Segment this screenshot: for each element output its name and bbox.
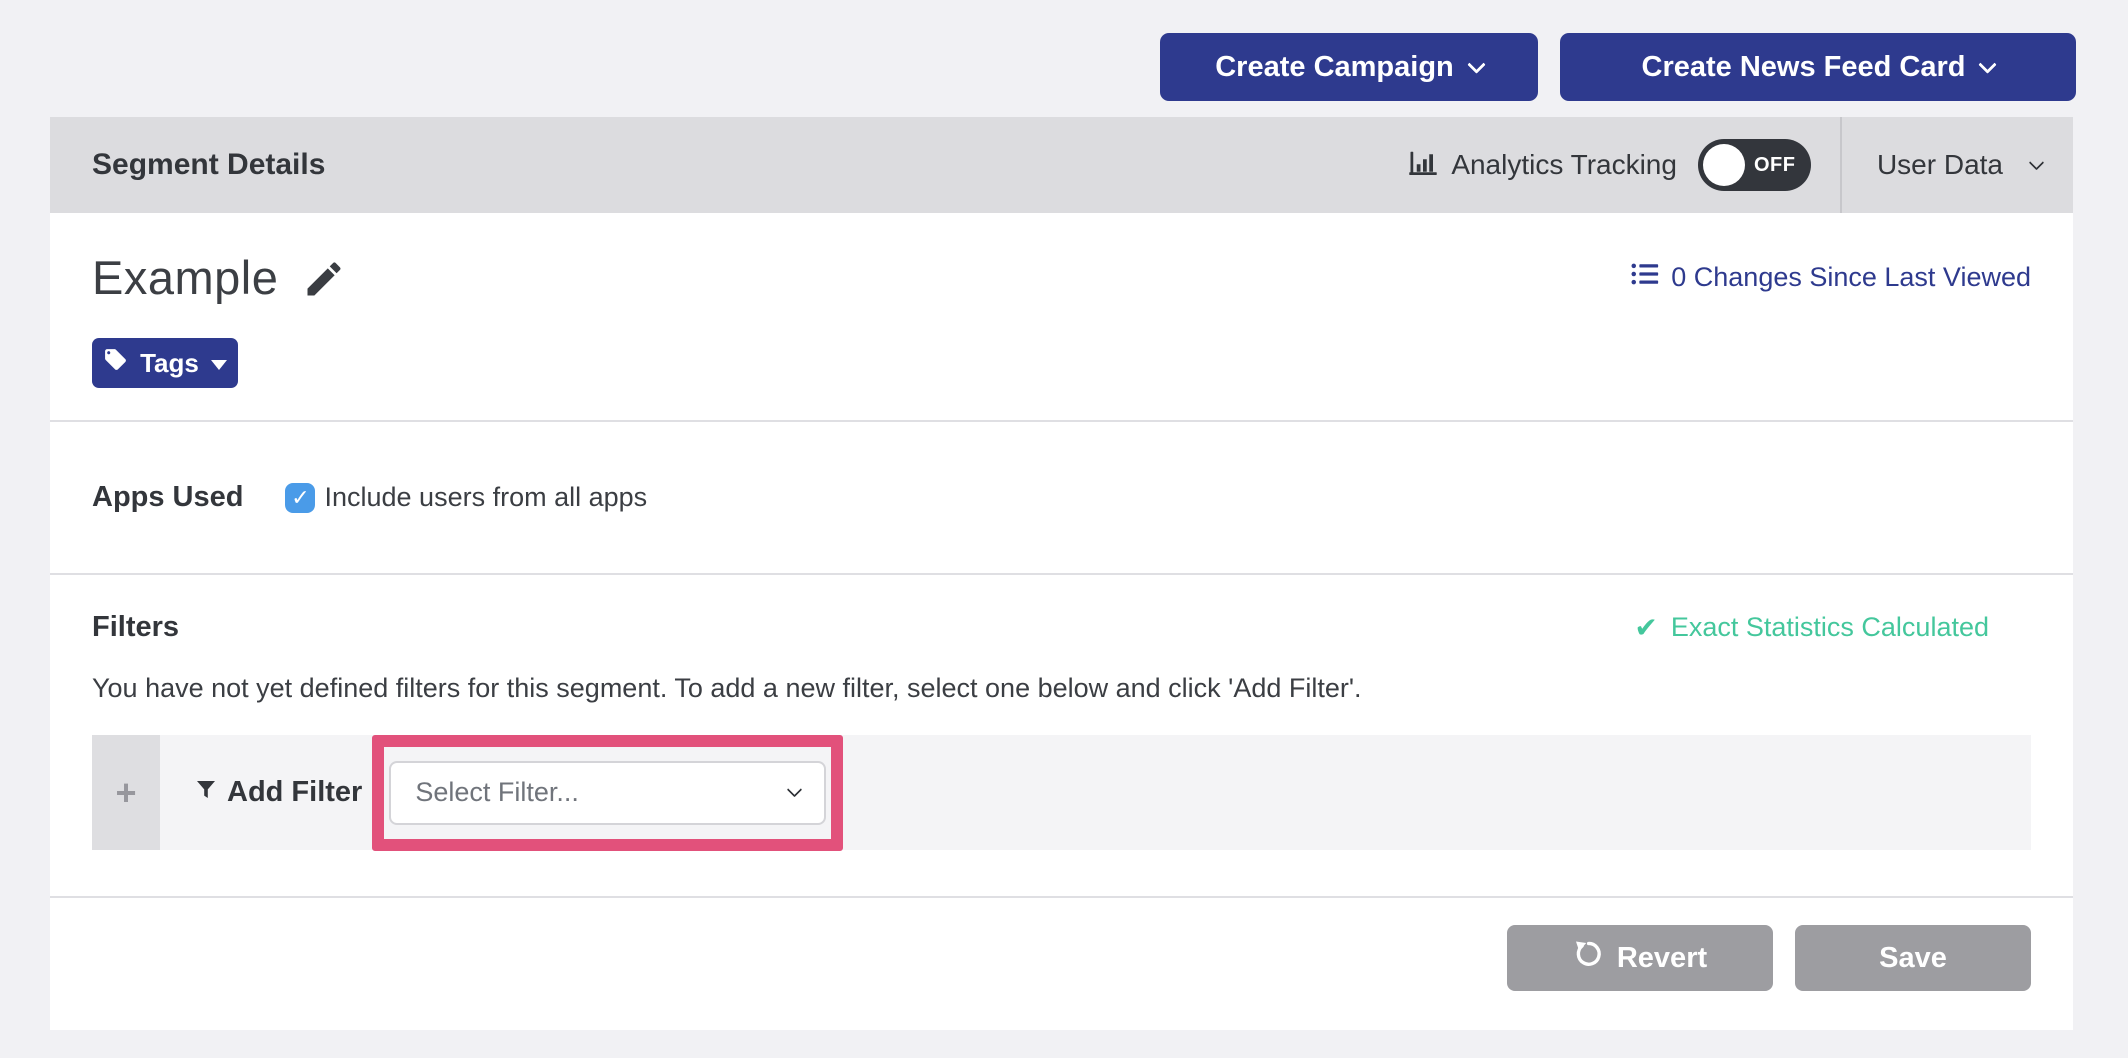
analytics-tracking-group: Analytics Tracking: [1408, 148, 1677, 183]
bar-chart-icon: [1408, 148, 1438, 183]
plus-icon: +: [115, 772, 136, 814]
title-section: Example 0 Changes Since La: [50, 213, 2073, 420]
filters-section: Filters ✔ Exact Statistics Calculated Yo…: [50, 575, 2073, 896]
create-news-feed-label: Create News Feed Card: [1642, 51, 1966, 84]
funnel-icon: [194, 776, 218, 809]
add-filter-row: + Add Filter Select Filter...: [92, 735, 2031, 850]
statistics-status-label: Exact Statistics Calculated: [1671, 612, 1989, 643]
user-data-label: User Data: [1877, 149, 2003, 181]
segment-details-card: Segment Details Analytics Tracking OFF: [50, 117, 2073, 1030]
tags-button[interactable]: Tags: [92, 338, 238, 388]
chevron-down-icon: [787, 782, 803, 798]
card-header: Segment Details Analytics Tracking OFF: [50, 117, 2073, 213]
undo-icon: [1573, 939, 1603, 977]
create-news-feed-card-button[interactable]: Create News Feed Card: [1560, 33, 2076, 101]
header-right-controls: Analytics Tracking OFF User Data: [1408, 117, 2073, 213]
top-action-bar: Create Campaign Create News Feed Card: [1160, 33, 2076, 101]
toggle-state-label: OFF: [1754, 154, 1796, 177]
statistics-status: ✔ Exact Statistics Calculated: [1634, 611, 1989, 644]
caret-down-icon: [211, 360, 227, 370]
revert-button-label: Revert: [1617, 942, 1707, 975]
add-filter-label-group: Add Filter: [194, 776, 362, 809]
segment-name: Example: [92, 243, 278, 313]
chevron-down-icon: [2029, 154, 2045, 170]
toggle-knob: [1703, 144, 1745, 186]
tags-button-label: Tags: [140, 348, 199, 379]
tag-icon: [103, 347, 128, 379]
save-button[interactable]: Save: [1795, 925, 2031, 991]
changes-since-last-viewed-link[interactable]: 0 Changes Since Last Viewed: [1630, 259, 2031, 296]
save-button-label: Save: [1879, 942, 1947, 975]
create-campaign-label: Create Campaign: [1215, 51, 1454, 84]
user-data-dropdown[interactable]: User Data: [1842, 149, 2073, 181]
check-icon: ✓: [291, 485, 309, 511]
include-all-apps-row: ✓ Include users from all apps: [285, 482, 647, 513]
filters-heading: Filters: [92, 611, 179, 644]
highlight-annotation: Select Filter...: [372, 735, 843, 851]
analytics-tracking-toggle[interactable]: OFF: [1698, 139, 1811, 191]
chevron-down-icon: [1467, 55, 1485, 73]
add-filter-row-body: Add Filter Select Filter...: [160, 735, 2031, 850]
apps-used-section: Apps Used ✓ Include users from all apps: [50, 422, 2073, 573]
pencil-icon: [302, 289, 346, 304]
create-campaign-button[interactable]: Create Campaign: [1160, 33, 1538, 101]
select-filter-value: Select Filter...: [415, 777, 579, 808]
include-all-apps-label: Include users from all apps: [324, 482, 647, 513]
analytics-tracking-label: Analytics Tracking: [1451, 149, 1677, 181]
select-filter-dropdown[interactable]: Select Filter...: [389, 761, 826, 825]
chevron-down-icon: [1979, 55, 1997, 73]
include-all-apps-checkbox[interactable]: ✓: [285, 483, 315, 513]
edit-segment-name-button[interactable]: [302, 257, 346, 304]
filters-empty-description: You have not yet defined filters for thi…: [92, 670, 2031, 706]
list-icon: [1630, 259, 1660, 296]
revert-button[interactable]: Revert: [1507, 925, 1773, 991]
add-filter-plus-button[interactable]: +: [92, 735, 160, 850]
page-title: Segment Details: [92, 148, 325, 182]
card-footer: Revert Save: [50, 898, 2073, 1030]
changes-link-label: 0 Changes Since Last Viewed: [1671, 262, 2031, 293]
check-icon: ✔: [1634, 611, 1657, 644]
add-filter-label: Add Filter: [227, 776, 362, 809]
apps-used-label: Apps Used: [92, 481, 243, 514]
